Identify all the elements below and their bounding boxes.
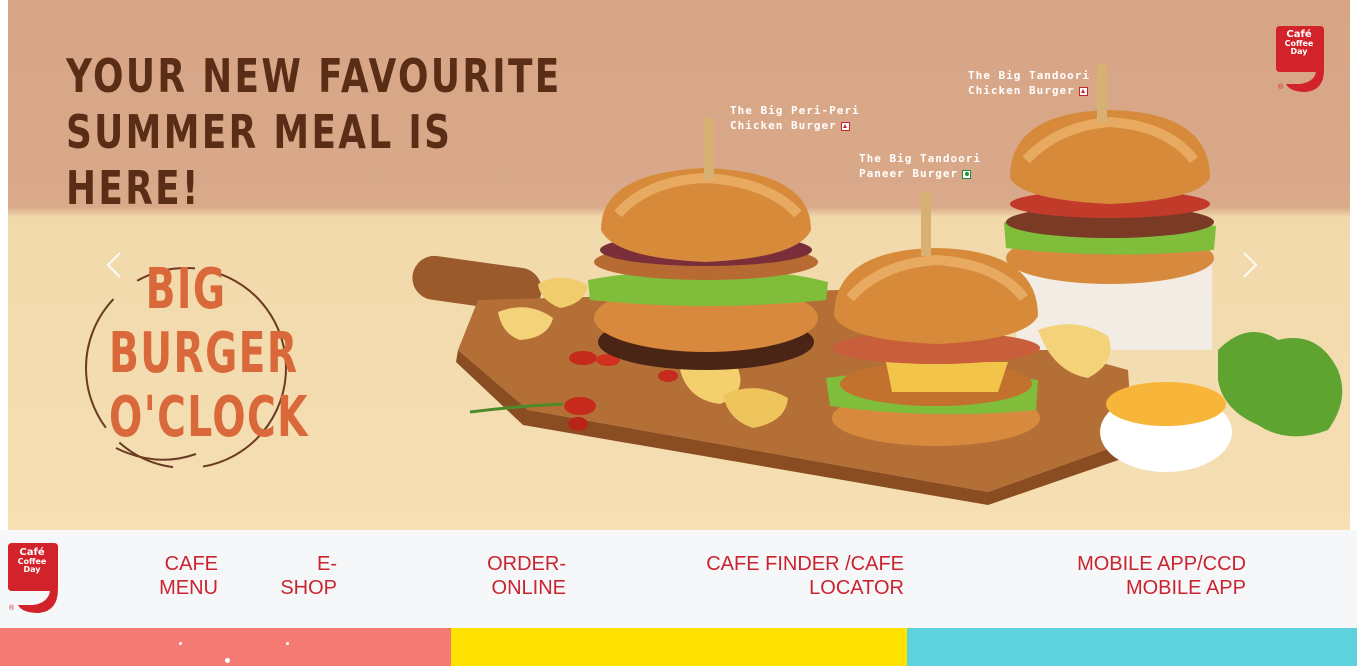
hero-headline: YOUR NEW FAVOURITE SUMMER MEAL IS HERE! bbox=[66, 48, 565, 216]
stamp-text: BIG BURGER O'CLOCK bbox=[109, 257, 309, 450]
decor-dot bbox=[225, 658, 230, 663]
burger-label-line: The Big Tandoori bbox=[968, 69, 1090, 82]
hero-banner[interactable]: YOUR NEW FAVOURITE SUMMER MEAL IS HERE! … bbox=[8, 0, 1350, 530]
registered-mark: ® bbox=[1278, 84, 1284, 91]
stamp-line-1: BIG bbox=[145, 257, 227, 322]
promo-strip-pink bbox=[0, 628, 451, 666]
chevron-right-icon bbox=[1243, 252, 1258, 278]
burger-label-line: Chicken Burger bbox=[730, 119, 837, 132]
nav-label-line: MOBILE APP bbox=[1125, 577, 1246, 599]
stamp-line-2: BURGER bbox=[109, 321, 299, 386]
nav-mobile-app[interactable]: MOBILE APP/CCD MOBILE APP bbox=[1077, 552, 1246, 600]
brand-logo-nav[interactable]: Café Coffee Day ® bbox=[8, 543, 58, 615]
burger-label-line: The Big Peri-Peri bbox=[730, 104, 860, 117]
burger-label-tandoori-chicken: The Big Tandoori Chicken Burger bbox=[968, 68, 1138, 98]
chevron-left-icon bbox=[106, 252, 121, 278]
burger-label-line: The Big Tandoori bbox=[859, 152, 981, 165]
carousel-prev-button[interactable] bbox=[100, 250, 128, 280]
registered-mark: ® bbox=[9, 605, 15, 612]
headline-line-2: SUMMER MEAL IS HERE! bbox=[66, 105, 453, 215]
burger-label-line: Paneer Burger bbox=[859, 167, 959, 180]
burger-label-peri-peri: The Big Peri-Peri Chicken Burger bbox=[730, 103, 900, 133]
non-veg-icon bbox=[840, 121, 850, 131]
nav-cafe-finder[interactable]: CAFE FINDER /CAFE LOCATOR bbox=[706, 552, 904, 600]
stamp-line-3: O'CLOCK bbox=[109, 385, 309, 450]
nav-label-line: MENU bbox=[159, 577, 218, 599]
decor-dot bbox=[179, 642, 182, 645]
nav-cafe-menu[interactable]: CAFE MENU bbox=[159, 552, 218, 600]
big-burger-oclock-stamp: BIG BURGER O'CLOCK bbox=[76, 257, 309, 478]
logo-line-3: Day bbox=[23, 565, 41, 574]
carousel-next-button[interactable] bbox=[1236, 250, 1264, 280]
promo-strip-teal bbox=[907, 628, 1357, 666]
nav-label-line: ONLINE bbox=[491, 577, 566, 599]
logo-wordmark: Café Coffee Day bbox=[10, 548, 54, 574]
headline-line-1: YOUR NEW FAVOURITE bbox=[66, 49, 562, 103]
logo-wordmark: Café Coffee Day bbox=[1278, 30, 1320, 56]
veg-icon bbox=[962, 169, 972, 179]
nav-order-online[interactable]: ORDER- ONLINE bbox=[487, 552, 566, 600]
nav-e-shop[interactable]: E- SHOP bbox=[280, 552, 337, 600]
burger-peri-peri bbox=[588, 118, 828, 370]
logo-line-3: Day bbox=[1290, 47, 1308, 56]
main-navigation: Café Coffee Day ® CAFE MENU E- SHOP ORDE… bbox=[0, 530, 1357, 628]
decor-dot bbox=[286, 642, 289, 645]
brand-logo-hero[interactable]: Café Coffee Day ® bbox=[1276, 26, 1324, 94]
nav-label-line: MOBILE APP/CCD bbox=[1077, 553, 1246, 575]
nav-label-line: LOCATOR bbox=[809, 577, 904, 599]
nav-label-line: SHOP bbox=[280, 577, 337, 599]
promo-strip-yellow bbox=[451, 628, 907, 666]
burger-label-line: Chicken Burger bbox=[968, 84, 1075, 97]
nav-label-line: E- bbox=[317, 553, 337, 575]
nav-label-line: CAFE FINDER /CAFE bbox=[706, 553, 904, 575]
nav-label-line: ORDER- bbox=[487, 553, 566, 575]
nav-label-line: CAFE bbox=[164, 553, 218, 575]
non-veg-icon bbox=[1078, 86, 1088, 96]
burger-label-paneer: The Big Tandoori Paneer Burger bbox=[859, 151, 1029, 181]
